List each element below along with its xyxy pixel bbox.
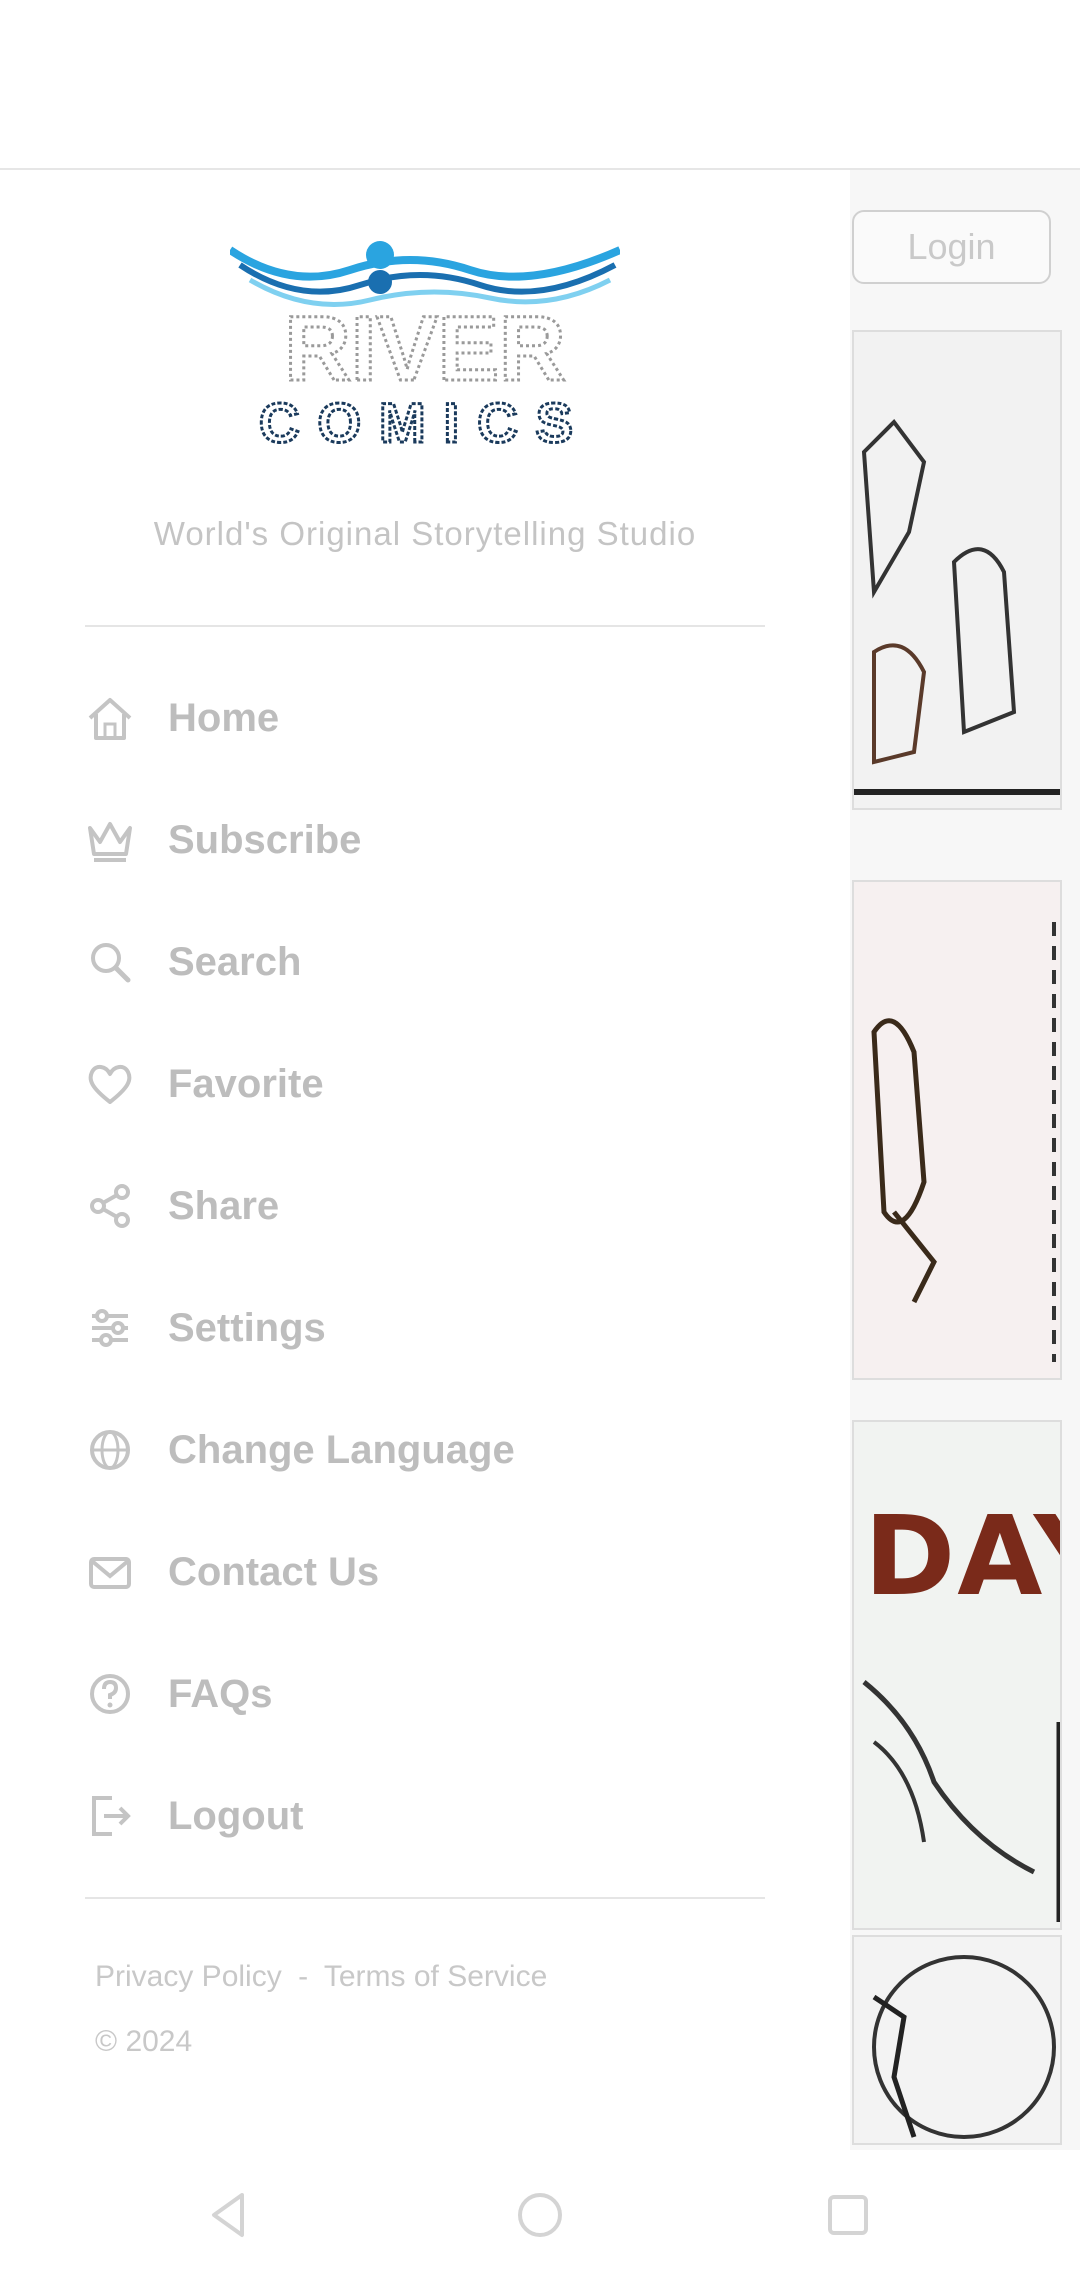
logo-mark: RIVER COMICS	[227, 241, 622, 456]
logo-word-bottom: COMICS	[259, 391, 591, 450]
menu-item-share[interactable]: Share	[0, 1145, 850, 1267]
login-button[interactable]: Login	[852, 210, 1051, 284]
menu-label: Subscribe	[168, 817, 362, 862]
divider	[85, 1897, 765, 1899]
menu-item-change-language[interactable]: Change Language	[0, 1389, 850, 1511]
menu-label: Settings	[168, 1305, 326, 1350]
footer-separator: -	[298, 1960, 309, 1993]
mail-icon	[82, 1544, 138, 1600]
home-circle-icon	[518, 2193, 562, 2237]
comic-illustration	[854, 882, 1060, 1378]
menu-item-faqs[interactable]: FAQs	[0, 1633, 850, 1755]
menu-label: FAQs	[168, 1671, 273, 1716]
copyright: © 2024	[95, 2025, 193, 2058]
home-icon	[82, 690, 138, 746]
menu-label: Change Language	[168, 1427, 515, 1472]
crown-icon	[82, 812, 138, 868]
navigation-drawer: RIVER COMICS World's Original Storytelli…	[0, 170, 850, 2150]
logout-icon	[82, 1788, 138, 1844]
menu-label: Favorite	[168, 1061, 324, 1106]
menu-item-favorite[interactable]: Favorite	[0, 1023, 850, 1145]
terms-of-service-link[interactable]: Terms of Service	[324, 1960, 547, 1993]
menu-label: Logout	[168, 1793, 304, 1838]
river-comics-logo: RIVER COMICS	[227, 230, 622, 456]
privacy-policy-link[interactable]: Privacy Policy	[95, 1960, 282, 1993]
menu-item-settings[interactable]: Settings	[0, 1267, 850, 1389]
menu-item-subscribe[interactable]: Subscribe	[0, 779, 850, 901]
menu-item-contact-us[interactable]: Contact Us	[0, 1511, 850, 1633]
footer-links: Privacy Policy - Terms of Service	[95, 1960, 555, 1994]
comic-thumbnail[interactable]	[852, 1935, 1062, 2145]
globe-icon	[82, 1422, 138, 1478]
menu-item-search[interactable]: Search	[0, 901, 850, 1023]
drawer-menu: Home Subscribe Search Favorite Share Set…	[0, 657, 850, 1877]
tagline: World's Original Storytelling Studio	[153, 515, 697, 552]
menu-item-logout[interactable]: Logout	[0, 1755, 850, 1877]
divider	[85, 625, 765, 627]
menu-label: Share	[168, 1183, 280, 1228]
menu-label: Search	[168, 939, 302, 984]
home-button[interactable]	[510, 2185, 570, 2245]
status-bar	[0, 0, 1080, 170]
recents-square-icon	[828, 2195, 868, 2235]
comic-illustration	[854, 1937, 1060, 2143]
comic-title-art: DAY	[864, 1492, 1060, 1620]
menu-label: Contact Us	[168, 1549, 380, 1594]
screen: Login DAY	[0, 0, 1080, 2280]
comic-thumbnail[interactable]: DAY	[852, 1420, 1062, 1930]
share-icon	[82, 1178, 138, 1234]
comic-illustration	[854, 332, 1060, 808]
back-triangle-icon	[212, 2193, 244, 2237]
faq-icon	[82, 1666, 138, 1722]
menu-item-home[interactable]: Home	[0, 657, 850, 779]
comic-thumbnail[interactable]	[852, 880, 1062, 1380]
comic-thumbnail[interactable]	[852, 330, 1062, 810]
settings-icon	[82, 1300, 138, 1356]
recents-button[interactable]	[818, 2185, 878, 2245]
menu-label: Home	[168, 695, 280, 740]
back-button[interactable]	[200, 2185, 260, 2245]
logo-word-top: RIVER	[284, 298, 565, 400]
search-icon	[82, 934, 138, 990]
system-nav-bar	[0, 2150, 1080, 2280]
heart-icon	[82, 1056, 138, 1112]
